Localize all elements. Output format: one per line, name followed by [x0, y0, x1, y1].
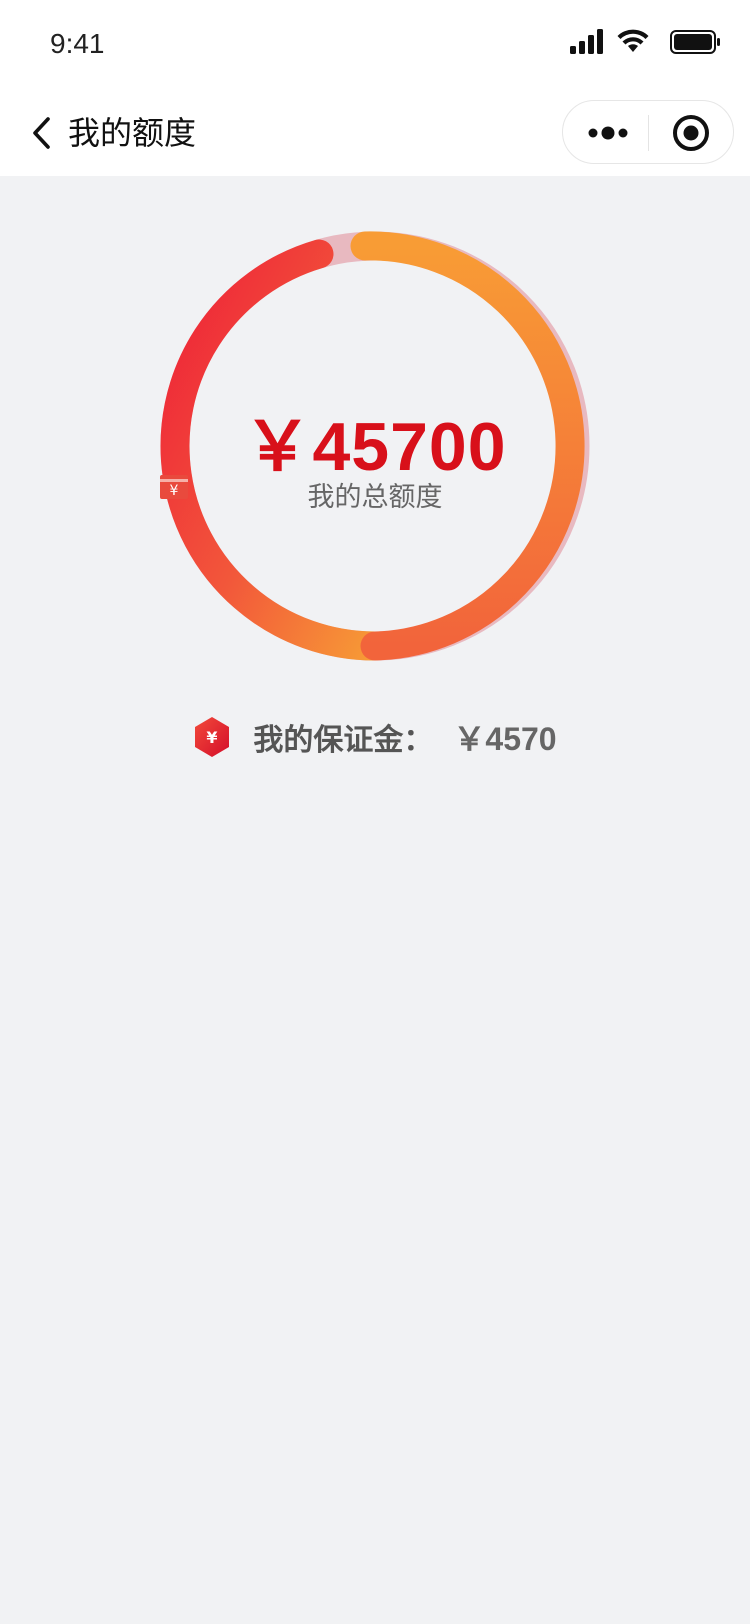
navigation-bar: 我的额度: [0, 90, 750, 176]
page-title: 我的额度: [68, 114, 197, 152]
total-limit-ring: ￥45700 ¥ 我的总额度: [160, 231, 590, 661]
close-miniprogram-button[interactable]: [671, 113, 711, 153]
capsule-divider: [648, 115, 649, 151]
deposit-value: ￥4570: [453, 721, 557, 757]
wifi-icon: [617, 29, 649, 52]
back-button[interactable]: [24, 110, 60, 156]
svg-text:¥: ¥: [207, 728, 218, 747]
status-bar: 9:41: [0, 0, 750, 90]
signal-icon: [570, 29, 603, 54]
total-limit-label: 我的总额度: [307, 482, 443, 513]
deposit-row: ¥ 我的保证金： ￥4570: [0, 712, 750, 762]
miniprogram-capsule: [562, 100, 734, 164]
total-limit-caption: ¥ 我的总额度: [160, 475, 590, 514]
more-dots-icon: [588, 126, 628, 140]
record-close-icon: [673, 115, 709, 151]
battery-icon: [670, 30, 720, 54]
more-button[interactable]: [585, 115, 631, 151]
chevron-left-icon: [33, 117, 50, 149]
yuan-card-icon: ¥: [160, 475, 188, 499]
svg-text:¥: ¥: [170, 483, 179, 499]
status-time: 9:41: [50, 28, 105, 59]
yuan-hexagon-icon: ¥: [195, 717, 230, 757]
deposit-label: 我的保证金：: [253, 723, 434, 758]
